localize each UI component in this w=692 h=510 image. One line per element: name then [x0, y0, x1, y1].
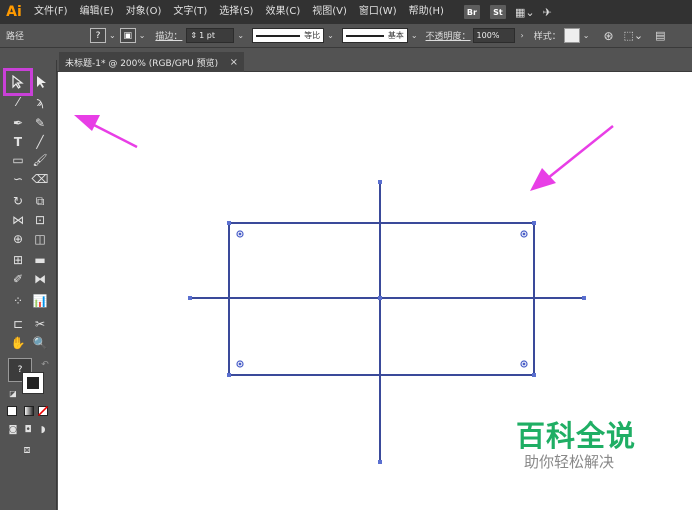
- document-tab[interactable]: 未标题-1* @ 200% (RGB/GPU 预览) ×: [59, 52, 244, 72]
- line-segment-tool-icon[interactable]: ╱: [31, 133, 49, 151]
- chevron-down-icon[interactable]: ⌄: [583, 31, 590, 40]
- watermark: 百科全说 助你轻松解决: [516, 420, 646, 472]
- perspective-grid-tool-icon[interactable]: ◫: [31, 230, 49, 248]
- eraser-tool-icon[interactable]: ⌫: [31, 170, 49, 188]
- chevron-down-icon[interactable]: ⌄: [139, 31, 146, 40]
- stepper-icon[interactable]: ⇕: [190, 31, 197, 40]
- workspace-layout-icon[interactable]: ▦⌄: [515, 6, 535, 19]
- brush-definition[interactable]: 基本: [341, 28, 408, 43]
- stroke-weight-field[interactable]: ⇕ 1 pt: [186, 28, 235, 43]
- direct-selection-tool-icon[interactable]: [33, 73, 51, 91]
- watermark-title: 百科全说: [516, 419, 637, 453]
- watermark-subtitle: 助你轻松解决: [524, 453, 615, 471]
- opacity-field[interactable]: 100%: [472, 28, 515, 43]
- stroke-preview-line: [256, 34, 301, 37]
- style-label: 样式：: [533, 32, 561, 42]
- paintbrush-tool-icon[interactable]: 🖌: [31, 151, 49, 169]
- chevron-down-icon[interactable]: ⌄: [237, 31, 244, 40]
- none-mode-icon[interactable]: [34, 402, 52, 420]
- stroke-label[interactable]: 描边：: [155, 29, 182, 42]
- menu-object[interactable]: 对象(O): [120, 0, 168, 24]
- mesh-tool-icon[interactable]: ⊞: [9, 251, 27, 269]
- menu-bar: Ai 文件(F) 编辑(E) 对象(O) 文字(T) 选择(S) 效果(C) 视…: [0, 0, 692, 24]
- menu-select[interactable]: 选择(S): [213, 0, 259, 24]
- fill-swatch[interactable]: ?: [90, 28, 106, 43]
- color-mode-icon[interactable]: [3, 402, 21, 420]
- shaper-tool-icon[interactable]: ∽: [9, 170, 27, 188]
- blend-tool-icon[interactable]: ⧓: [31, 270, 49, 288]
- panel-menu-icon[interactable]: ▤: [655, 29, 665, 42]
- pen-tool-icon[interactable]: ✒: [9, 114, 27, 132]
- stock-button[interactable]: St: [489, 5, 506, 19]
- recolor-artwork-icon[interactable]: ⊛: [603, 29, 613, 43]
- chevron-down-icon[interactable]: ⌄: [411, 31, 418, 40]
- scale-tool-icon[interactable]: ⧉: [31, 192, 49, 210]
- rotate-tool-icon[interactable]: ↻: [9, 192, 27, 210]
- brush-preview-line: [345, 34, 384, 37]
- chevron-right-icon[interactable]: ›: [521, 31, 524, 40]
- magic-wand-tool-icon[interactable]: ⁄: [9, 93, 27, 111]
- shape-builder-tool-icon[interactable]: ⊕: [9, 230, 27, 248]
- menu-file[interactable]: 文件(F): [28, 0, 74, 24]
- opacity-label[interactable]: 不透明度：: [426, 29, 471, 42]
- slice-tool-icon[interactable]: ✂: [31, 315, 49, 333]
- menu-effect[interactable]: 效果(C): [259, 0, 306, 24]
- selection-type-label: 路径: [6, 32, 25, 42]
- stroke-color-box[interactable]: [22, 372, 44, 394]
- illustrator-window: Ai 文件(F) 编辑(E) 对象(O) 文字(T) 选择(S) 效果(C) 视…: [0, 0, 692, 510]
- zoom-tool-icon[interactable]: 🔍: [31, 334, 49, 352]
- app-logo: Ai: [6, 4, 22, 20]
- width-tool-icon[interactable]: ⋈: [9, 211, 27, 229]
- swap-fill-stroke-icon[interactable]: ↶: [36, 356, 54, 374]
- hand-tool-icon[interactable]: ✋: [9, 334, 27, 352]
- artboard-tool-icon[interactable]: ⊏: [9, 315, 27, 333]
- document-tab-title: 未标题-1* @ 200% (RGB/GPU 预览): [65, 58, 219, 69]
- close-icon[interactable]: ×: [230, 57, 238, 68]
- draw-inside-icon[interactable]: ◗: [34, 421, 52, 439]
- stroke-swatch[interactable]: ▣: [119, 28, 136, 43]
- free-transform-tool-icon[interactable]: ⊡: [31, 211, 49, 229]
- menu-view[interactable]: 视图(V): [306, 0, 353, 24]
- control-bar: 路径 ? ⌄ ▣ ⌄ 描边： ⇕ 1 pt ⌄ 等比 ⌄ 基本 ⌄ 不透明度： …: [0, 24, 692, 48]
- align-icon[interactable]: ⬚⌄: [624, 29, 644, 42]
- menu-edit[interactable]: 编辑(E): [74, 0, 120, 24]
- gradient-tool-icon[interactable]: ▬: [31, 251, 49, 269]
- default-colors-icon[interactable]: ◪: [4, 384, 22, 402]
- lasso-tool-icon[interactable]: ϡ: [31, 93, 49, 111]
- eyedropper-tool-icon[interactable]: ✐: [9, 270, 27, 288]
- chevron-down-icon[interactable]: ⌄: [109, 31, 116, 40]
- graphic-style-swatch[interactable]: [563, 28, 580, 43]
- type-tool-icon[interactable]: T: [9, 133, 27, 151]
- bridge-button[interactable]: Br: [463, 5, 480, 19]
- column-graph-tool-icon[interactable]: 📊: [31, 292, 49, 310]
- profile-label: 等比: [304, 31, 321, 40]
- variable-width-profile[interactable]: 等比: [252, 28, 325, 43]
- menu-type[interactable]: 文字(T): [167, 0, 213, 24]
- rectangle-tool-icon[interactable]: ▭: [9, 151, 27, 169]
- stroke-weight-value: 1 pt: [199, 31, 215, 40]
- gpu-performance-icon[interactable]: ✈: [543, 6, 552, 19]
- menu-help[interactable]: 帮助(H): [403, 0, 450, 24]
- menu-window[interactable]: 窗口(W): [353, 0, 403, 24]
- screen-mode-icon[interactable]: ⧈: [18, 441, 36, 459]
- document-tab-bar: 未标题-1* @ 200% (RGB/GPU 预览) ×: [57, 48, 692, 72]
- chevron-down-icon[interactable]: ⌄: [327, 31, 334, 40]
- selection-tool-icon[interactable]: [9, 73, 27, 91]
- symbol-sprayer-tool-icon[interactable]: ⁘: [9, 292, 27, 310]
- brush-label: 基本: [387, 31, 404, 40]
- curvature-tool-icon[interactable]: ✎: [31, 114, 49, 132]
